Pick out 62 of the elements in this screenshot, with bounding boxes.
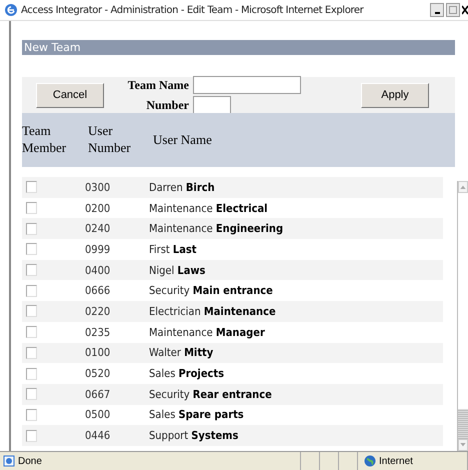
user-name: Security Rear entrance (149, 388, 272, 401)
user-number: 0300 (85, 180, 112, 194)
user-number: 0240 (85, 222, 112, 236)
user-name: Electrician Maintenance (149, 304, 276, 318)
scroll-thumb[interactable] (458, 409, 468, 439)
checkbox[interactable] (26, 430, 37, 442)
user-name: Support Systems (149, 429, 238, 442)
scroll-up-button[interactable] (458, 181, 468, 193)
user-name: Maintenance Engineering (149, 222, 284, 236)
field-label: Team Name (126, 78, 189, 92)
close-icon[interactable] (462, 4, 468, 16)
column-header: Team Member (22, 123, 68, 157)
down-arrow-icon (460, 443, 466, 447)
cancel-button[interactable]: Cancel (36, 82, 104, 108)
browser-icon (4, 3, 18, 17)
user-name: Darren Birch (149, 180, 215, 194)
user-number: 0200 (85, 202, 112, 215)
column-header: User Number (88, 123, 132, 157)
page-icon (3, 455, 15, 467)
user-name: Security Main entrance (149, 284, 273, 298)
checkbox[interactable] (26, 408, 37, 421)
status-text: Done (18, 456, 42, 466)
checkbox[interactable] (26, 368, 37, 380)
checkbox[interactable] (26, 243, 37, 256)
checkbox[interactable] (26, 202, 37, 214)
section-title: New Team (24, 41, 81, 54)
checkbox[interactable] (26, 346, 37, 359)
user-number: 0999 (85, 242, 112, 256)
user-name: Sales Spare parts (149, 408, 244, 422)
globe-icon (364, 455, 376, 467)
user-name: First Last (149, 242, 196, 256)
user-name: Maintenance Manager (149, 326, 265, 339)
user-name: Maintenance Electrical (149, 202, 268, 215)
user-number: 0220 (85, 304, 112, 318)
user-number: 0100 (85, 346, 112, 360)
checkbox[interactable] (26, 326, 37, 338)
checkbox[interactable] (26, 181, 37, 194)
user-number: 0666 (85, 284, 112, 298)
user-number: 0235 (85, 326, 112, 339)
checkbox[interactable] (26, 284, 37, 297)
checkbox[interactable] (26, 305, 37, 318)
apply-button[interactable]: Apply (361, 82, 429, 108)
checkbox[interactable] (26, 264, 37, 276)
user-number: 0500 (85, 408, 112, 422)
user-name: Sales Projects (149, 367, 224, 380)
user-name: Nigel Laws (149, 264, 206, 277)
user-number: 0446 (85, 429, 112, 442)
minimize-button[interactable] (430, 3, 444, 17)
zone-text: Internet (379, 456, 413, 466)
up-arrow-icon (460, 185, 466, 189)
number-field[interactable] (193, 96, 231, 114)
checkbox[interactable] (26, 388, 37, 400)
user-number: 0667 (85, 388, 112, 401)
checkbox[interactable] (26, 222, 37, 235)
user-number: 0520 (85, 367, 112, 380)
user-name: Walter Mitty (149, 346, 214, 360)
window-title: Access Integrator - Administration - Edit Team - Microsoft Internet Explorer (21, 4, 365, 16)
user-number: 0400 (85, 264, 112, 277)
scroll-down-button[interactable] (458, 439, 468, 451)
team-name-field[interactable] (193, 76, 301, 94)
field-label: Number (145, 98, 189, 112)
column-header: User Name (153, 132, 212, 148)
